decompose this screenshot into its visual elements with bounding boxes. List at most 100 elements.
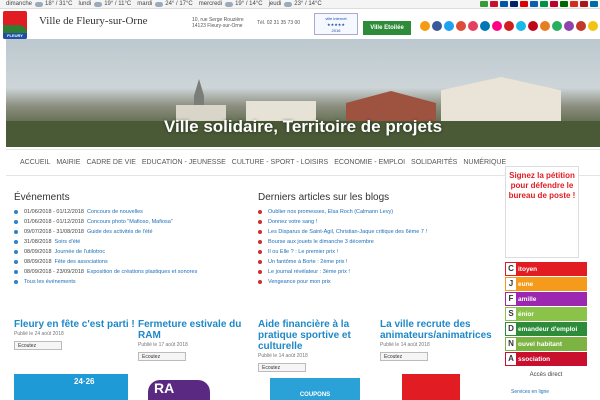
- listen-button[interactable]: Ecoutez: [14, 341, 62, 350]
- flag-icon[interactable]: [540, 1, 548, 7]
- flickr-icon[interactable]: [492, 21, 502, 31]
- event-item[interactable]: 01/06/2018 - 01/12/2018 Concours de nouve…: [14, 207, 254, 217]
- blog-link[interactable]: Il ou Elle ? : Le premier prix !: [268, 249, 338, 255]
- facebook-icon[interactable]: [432, 21, 442, 31]
- linkedin-icon[interactable]: [480, 21, 490, 31]
- news-title[interactable]: Fermeture estivale du RAM: [138, 319, 260, 341]
- event-item[interactable]: 08/09/2018 Journée de l'utilotroc: [14, 247, 254, 257]
- audience-item-famille[interactable]: Famille: [505, 292, 587, 306]
- flag-icon[interactable]: [490, 1, 498, 7]
- news-card[interactable]: Fleury en fête c'est parti ! Publié le 2…: [14, 319, 136, 350]
- event-item[interactable]: 31/08/2018 Soirs d'été: [14, 237, 254, 247]
- audience-item-citoyen[interactable]: Citoyen: [505, 262, 587, 276]
- twitter-icon[interactable]: [444, 21, 454, 31]
- news-card[interactable]: Aide financière à la pratique sportive e…: [258, 319, 380, 372]
- flag-icon[interactable]: [570, 1, 578, 7]
- event-item[interactable]: 01/06/2018 - 01/12/2018 Concours photo "M…: [14, 217, 254, 227]
- blog-item[interactable]: Un fantôme à Borte : 2ème prix !: [258, 257, 508, 267]
- news-image[interactable]: RA: [148, 380, 210, 400]
- news-card[interactable]: Fermeture estivale du RAM Publié le 17 a…: [138, 319, 260, 361]
- flag-icon[interactable]: [550, 1, 558, 7]
- site-title[interactable]: Ville de Fleury-sur-Orne: [39, 15, 159, 27]
- bullet-icon: [258, 260, 262, 264]
- blog-link[interactable]: Les Disparus de Saint-Agil, Christian-Ja…: [268, 229, 427, 235]
- news-image[interactable]: 24·26: [14, 374, 128, 400]
- audience-item-senior[interactable]: Sénior: [505, 307, 587, 321]
- nav-item-culture-sport-loisirs[interactable]: CULTURE - SPORT - LOISIRS: [232, 159, 328, 166]
- news-title[interactable]: La ville recrute des animateurs/animatri…: [380, 319, 500, 341]
- map-icon[interactable]: [564, 21, 574, 31]
- news-card[interactable]: La ville recrute des animateurs/animatri…: [380, 319, 500, 361]
- flag-icon[interactable]: [520, 1, 528, 7]
- flag-icon[interactable]: [580, 1, 588, 7]
- event-item[interactable]: 08/09/2018 Fête des associations: [14, 257, 254, 267]
- nav-item-education-jeunesse[interactable]: EDUCATION - JEUNESSE: [142, 159, 226, 166]
- blog-item[interactable]: Le journal révélateur : 3ème prix !: [258, 267, 508, 277]
- youtube-icon[interactable]: [504, 21, 514, 31]
- all-events-link[interactable]: Tous les événements: [24, 279, 76, 285]
- print-icon[interactable]: [576, 21, 586, 31]
- nav-item-solidarites[interactable]: SOLIDARITÉS: [411, 159, 457, 166]
- event-title[interactable]: Concours de nouvelles: [87, 209, 143, 215]
- listen-button[interactable]: Ecoutez: [138, 352, 186, 361]
- flag-icon[interactable]: [560, 1, 568, 7]
- blog-item[interactable]: Oublier nos promesses, Elsa Roch (Calman…: [258, 207, 508, 217]
- blog-item[interactable]: Il ou Elle ? : Le premier prix !: [258, 247, 508, 257]
- flag-icon[interactable]: [530, 1, 538, 7]
- mail-icon[interactable]: [540, 21, 550, 31]
- news-title[interactable]: Aide financière à la pratique sportive e…: [258, 319, 380, 352]
- blog-item[interactable]: Vengeance pour mon prix: [258, 277, 508, 287]
- news-title[interactable]: Fleury en fête c'est parti !: [14, 319, 136, 330]
- google-plus-icon[interactable]: [456, 21, 466, 31]
- vimeo-icon[interactable]: [516, 21, 526, 31]
- pinterest-icon[interactable]: [528, 21, 538, 31]
- blog-link[interactable]: Oublier nos promesses, Elsa Roch (Calman…: [268, 209, 393, 215]
- instagram-icon[interactable]: [468, 21, 478, 31]
- weather-day-name: dimanche: [6, 1, 33, 7]
- nav-item-mairie[interactable]: MAIRIE: [56, 159, 80, 166]
- nav-item-accueil[interactable]: ACCUEIL: [20, 159, 50, 166]
- audience-item-nouvel-habitant[interactable]: Nouvel habitant: [505, 337, 587, 351]
- rss-icon[interactable]: [420, 21, 430, 31]
- event-title[interactable]: Concours photo "Mafioso, Mafiosa": [87, 219, 173, 225]
- listen-button[interactable]: Ecoutez: [258, 363, 306, 372]
- listen-button[interactable]: Ecoutez: [380, 352, 428, 361]
- site-logo[interactable]: FLEURY: [3, 11, 27, 39]
- phone-icon[interactable]: [552, 21, 562, 31]
- services-link[interactable]: Services en ligne: [511, 389, 549, 395]
- blog-link[interactable]: Un fantôme à Borte : 2ème prix !: [268, 259, 347, 265]
- event-title[interactable]: Soirs d'été: [55, 239, 81, 245]
- event-title[interactable]: Exposition de créations plastiques et so…: [87, 269, 197, 275]
- nav-item-cadre-de-vie[interactable]: CADRE DE VIE: [86, 159, 135, 166]
- event-title[interactable]: Journée de l'utilotroc: [55, 249, 106, 255]
- flag-icon[interactable]: [590, 1, 598, 7]
- event-title[interactable]: Fête des associations: [55, 259, 108, 265]
- blog-item[interactable]: Donnez votre sang !: [258, 217, 508, 227]
- event-item[interactable]: Tous les événements: [14, 277, 254, 287]
- nav-item-numerique[interactable]: NUMÉRIQUE: [463, 159, 506, 166]
- audience-item-jeune[interactable]: Jeune: [505, 277, 587, 291]
- hero-banner: Ville solidaire, Territoire de projets: [6, 39, 600, 147]
- ville-internet-badge[interactable]: ville internet ★★★★★ 2016: [314, 13, 358, 35]
- event-item[interactable]: 08/09/2018 - 23/09/2018 Exposition de cré…: [14, 267, 254, 277]
- flag-icon[interactable]: [510, 1, 518, 7]
- flag-icon[interactable]: [480, 1, 488, 7]
- ville-etoilee-badge[interactable]: Ville Etoilée: [363, 21, 411, 35]
- nav-item-economie-emploi[interactable]: ECONOMIE - EMPLOI: [334, 159, 405, 166]
- blog-link[interactable]: Donnez votre sang !: [268, 219, 317, 225]
- blog-link[interactable]: Le journal révélateur : 3ème prix !: [268, 269, 350, 275]
- audience-item-association[interactable]: Association: [505, 352, 587, 366]
- news-image[interactable]: [402, 374, 460, 400]
- news-image[interactable]: COUPONS: [270, 378, 360, 400]
- event-title[interactable]: Guide des activités de l'été: [87, 229, 153, 235]
- accessibility-icon[interactable]: [588, 21, 598, 31]
- event-item[interactable]: 09/07/2018 - 31/08/2018 Guide des activit…: [14, 227, 254, 237]
- flag-icon[interactable]: [500, 1, 508, 7]
- blog-item[interactable]: Bourse aux jouets le dimanche 3 décembre: [258, 237, 508, 247]
- blog-item[interactable]: Les Disparus de Saint-Agil, Christian-Ja…: [258, 227, 508, 237]
- petition-banner[interactable]: Signez la pétition pour défendre le bure…: [505, 166, 579, 258]
- blog-link[interactable]: Bourse aux jouets le dimanche 3 décembre: [268, 239, 374, 245]
- audience-item-demandeur-emploi[interactable]: Demandeur d'emploi: [505, 322, 587, 336]
- bullet-icon: [14, 280, 18, 284]
- blog-link[interactable]: Vengeance pour mon prix: [268, 279, 331, 285]
